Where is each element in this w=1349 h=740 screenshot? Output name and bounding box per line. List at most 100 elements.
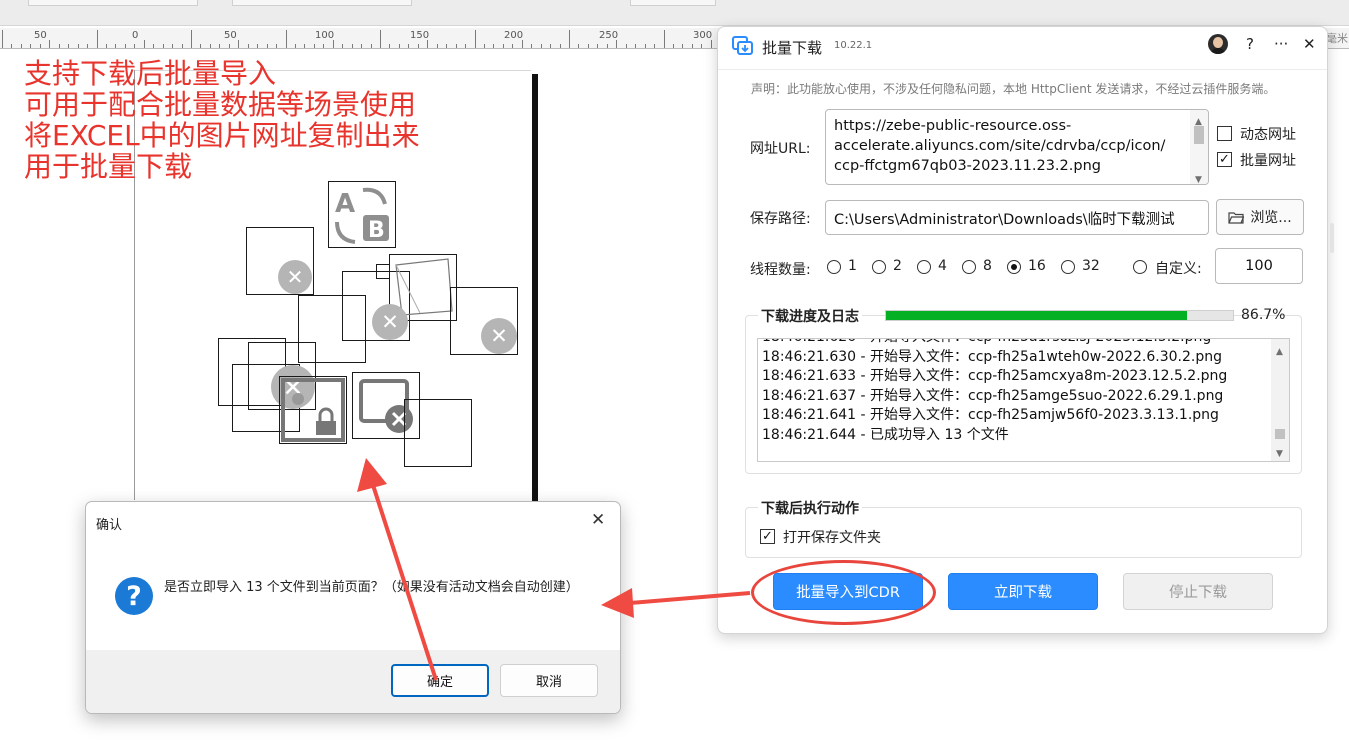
threads-label: 线程数量: xyxy=(750,262,811,278)
ruler-tick xyxy=(106,44,107,48)
check-icon: ✓ xyxy=(762,529,773,544)
ruler-tick xyxy=(625,44,627,48)
ruler-tick xyxy=(635,44,637,48)
ruler-tick xyxy=(20,44,22,48)
scroll-thumb[interactable] xyxy=(1194,126,1204,144)
ruler-tick xyxy=(153,44,155,48)
scroll-up-icon[interactable]: ▲ xyxy=(1276,343,1283,363)
thread-radio-4[interactable] xyxy=(917,260,931,274)
ruler-tick xyxy=(30,44,32,48)
save-path-label: 保存路径: xyxy=(750,211,811,227)
download-now-button[interactable]: 立即下载 xyxy=(948,573,1098,610)
ruler-tick xyxy=(370,44,372,48)
scroll-thumb[interactable] xyxy=(1330,223,1334,253)
ruler-tick xyxy=(427,40,429,48)
ruler-tick xyxy=(115,44,117,48)
url-line: ccp-ffctgm67qb03-2023.11.23.2.png xyxy=(834,158,1101,174)
more-button[interactable]: ··· xyxy=(1274,35,1288,53)
thread-radio-1[interactable] xyxy=(827,260,841,274)
avatar-body xyxy=(1210,48,1226,54)
ruler-tick xyxy=(219,44,221,48)
ruler-tick xyxy=(710,40,712,48)
dynamic-url-checkbox[interactable] xyxy=(1217,126,1232,141)
ruler-tick xyxy=(606,44,608,48)
imported-image[interactable] xyxy=(404,399,472,467)
save-path-input[interactable]: C:\Users\Administrator\Downloads\临时下载测试 xyxy=(825,200,1209,235)
ruler-tick xyxy=(597,44,599,48)
open-folder-checkbox[interactable]: ✓ xyxy=(760,529,775,544)
custom-threads-label: 自定义: xyxy=(1155,261,1202,277)
browse-button[interactable]: 浏览... xyxy=(1216,199,1304,235)
lock-image-icon xyxy=(281,378,345,442)
log-line: 18:46:21.644 - 已成功导入 13 个文件 xyxy=(762,426,1009,443)
thread-radio-16[interactable] xyxy=(1007,260,1021,274)
annotation-line: 将EXCEL中的图片网址复制出来 xyxy=(24,119,420,152)
scroll-down-icon[interactable]: ▼ xyxy=(1276,445,1283,461)
thread-option-label: 2 xyxy=(893,258,902,274)
ok-button[interactable]: 确定 xyxy=(391,664,489,697)
ruler-tick xyxy=(380,30,381,48)
ruler-tick xyxy=(134,44,136,48)
batch-download-icon xyxy=(732,36,753,55)
progress-percent: 86.7% xyxy=(1241,307,1286,323)
url-textarea[interactable]: https://zebe-public-resource.oss- accele… xyxy=(825,109,1209,185)
help-button[interactable]: ? xyxy=(1246,35,1254,53)
imported-image[interactable] xyxy=(376,264,390,279)
ruler-tick xyxy=(266,44,268,48)
ruler-label: 250 xyxy=(599,30,619,41)
ruler-tick xyxy=(96,30,98,48)
ruler-label: 50 xyxy=(224,30,237,41)
thread-radio-custom[interactable] xyxy=(1133,260,1147,274)
batch-url-checkbox[interactable]: ✓ xyxy=(1217,152,1232,167)
toolbar-strip xyxy=(0,0,1349,26)
thread-radio-8[interactable] xyxy=(962,260,976,274)
toolbar-slot xyxy=(232,0,412,6)
ruler-tick xyxy=(11,44,13,48)
cancel-button[interactable]: 取消 xyxy=(500,664,598,697)
thread-option-label: 4 xyxy=(938,258,947,274)
dialog-close-button[interactable]: ✕ xyxy=(591,510,605,530)
confirm-dialog[interactable]: 确认 ✕ ? 是否立即导入 13 个文件到当前页面？（如果没有活动文档会自动创建… xyxy=(85,501,621,714)
avatar[interactable] xyxy=(1208,34,1228,54)
custom-threads-input[interactable]: 100 xyxy=(1215,248,1303,284)
thread-radio-32[interactable] xyxy=(1061,260,1075,274)
batch-download-window[interactable]: 批量下载 10.22.1 ? ··· ✕ 声明：此功能放心使用，不涉及任何隐私问… xyxy=(717,26,1334,634)
scroll-thumb[interactable] xyxy=(1275,429,1285,439)
ruler-tick xyxy=(578,44,580,48)
open-folder-label: 打开保存文件夹 xyxy=(783,530,881,546)
question-icon: ? xyxy=(115,577,153,615)
ruler-tick xyxy=(398,44,400,48)
url-scrollbar[interactable]: ▲ ▼ xyxy=(1190,110,1208,184)
thread-option-label: 8 xyxy=(983,258,992,274)
ruler-tick xyxy=(276,44,277,48)
ruler-tick xyxy=(200,44,202,48)
dialog-message: 是否立即导入 13 个文件到当前页面？（如果没有活动文档会自动创建） xyxy=(164,580,579,595)
ruler-tick xyxy=(124,44,126,48)
window-scrollbar[interactable] xyxy=(1330,223,1336,641)
ruler-tick xyxy=(68,44,70,48)
ruler-tick xyxy=(323,44,325,48)
ruler-tick xyxy=(294,44,296,48)
ruler-tick xyxy=(238,40,240,48)
ruler-tick xyxy=(654,44,656,48)
url-line: accelerate.aliyuncs.com/site/cdrvba/ccp/… xyxy=(834,138,1166,154)
log-scrollbar[interactable]: ▲ ▼ xyxy=(1271,339,1289,461)
dialog-footer: 确定 取消 xyxy=(86,650,620,713)
ruler-tick xyxy=(521,40,523,48)
ruler-tick xyxy=(351,44,353,48)
stop-download-button[interactable]: 停止下载 xyxy=(1123,573,1273,610)
progress-title: 下载进度及日志 xyxy=(758,306,862,326)
scroll-down-icon[interactable]: ▼ xyxy=(1195,170,1202,184)
url-line: https://zebe-public-resource.oss- xyxy=(834,118,1072,134)
thread-radio-2[interactable] xyxy=(872,260,886,274)
ruler-tick xyxy=(455,44,457,48)
ruler-unit: 毫米 xyxy=(1326,32,1348,45)
ruler-label: 200 xyxy=(504,30,524,41)
imported-image[interactable]: A B xyxy=(328,181,396,248)
log-textarea[interactable]: 18:46:21.626 - 开始导入文件：ccp-fh25a1rsozlsj-… xyxy=(757,338,1290,462)
ruler-label: 50 xyxy=(34,30,47,41)
ruler-tick xyxy=(87,44,89,48)
imported-image[interactable] xyxy=(279,376,347,444)
close-button[interactable]: ✕ xyxy=(1303,35,1316,53)
toolbar-slot xyxy=(630,0,716,6)
